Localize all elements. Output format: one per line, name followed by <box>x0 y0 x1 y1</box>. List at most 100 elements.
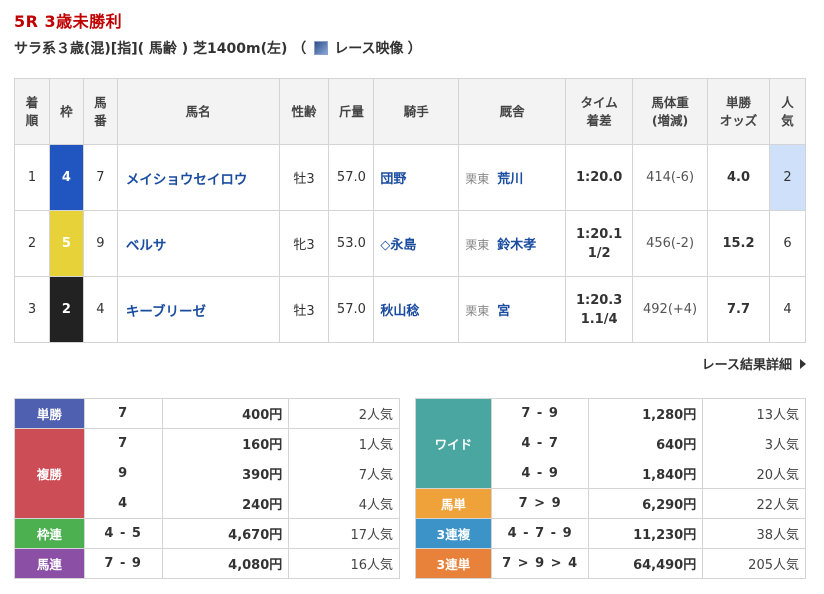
header-trainer: 厩舎 <box>458 78 567 145</box>
popularity: 6 <box>768 210 807 277</box>
payout-pop: 2人気 <box>288 398 400 429</box>
payout-combo: 4 - 9 <box>490 458 590 489</box>
payout-row-umatan: 馬単 7 > 9 6,290円 22人気 <box>415 488 806 519</box>
results-header-row: 着順 枠 馬番 馬名 性齢 斤量 騎手 厩舎 タイム 着差 馬体重 (増減) 単勝オ… <box>14 78 807 145</box>
payout-combo: 4 <box>83 488 163 519</box>
trainer-link[interactable]: 鈴木孝 <box>497 238 536 253</box>
race-title: 5R 3歳未勝利 <box>14 12 123 31</box>
margin: 1/2 <box>587 245 611 261</box>
payout-table-left: 単勝 7 400円 2人気 複勝 7 160円 1人気 9 390円 7人気 4… <box>14 398 400 579</box>
race-conditions: サラ系３歳(混)[指]( 馬齢 ) 芝1400m(左) （ レース映像 ） <box>14 38 422 58</box>
horse-name-link[interactable]: ベルサ <box>116 210 280 277</box>
payout-pop: 16人気 <box>288 548 400 579</box>
header-waku: 枠 <box>48 78 84 145</box>
horse-name-link[interactable]: メイショウセイロウ <box>116 144 280 211</box>
payout-combo: 7 <box>83 428 163 459</box>
payout-row-sanrentan: 3連単 7 > 9 > 4 64,490円 205人気 <box>415 548 806 579</box>
time-cell: 1:20.3 1.1/4 <box>565 276 634 343</box>
results-table: 着順 枠 馬番 馬名 性齢 斤量 騎手 厩舎 タイム 着差 馬体重 (増減) 単勝オ… <box>14 78 807 343</box>
payout-row-sanrenpuku: 3連複 4 - 7 - 9 11,230円 38人気 <box>415 518 806 549</box>
payout-pop: 17人気 <box>288 518 400 549</box>
jockey-link[interactable]: ◇永島 <box>373 210 460 277</box>
trainer-area: 栗東 <box>465 172 490 186</box>
header-pop: 人気 <box>768 78 807 145</box>
time-cell: 1:20.1 1/2 <box>565 210 634 277</box>
race-conditions-close: ） <box>407 41 422 57</box>
payout-label-fukusho: 複勝 <box>14 428 85 519</box>
odds: 15.2 <box>707 210 770 277</box>
umaban: 4 <box>82 276 118 343</box>
header-odds: 単勝 オッズ <box>707 78 770 145</box>
waku-badge: 5 <box>48 210 84 277</box>
horse-name-link[interactable]: キーブリーゼ <box>116 276 280 343</box>
kinryo: 57.0 <box>328 144 375 211</box>
umaban: 7 <box>82 144 118 211</box>
payout-amount: 4,670円 <box>161 518 290 549</box>
payout-combo: 7 - 9 <box>490 398 590 429</box>
payout-row-wide: ワイド 7 - 9 1,280円 13人気 <box>415 398 806 489</box>
payout-pop: 3人気 <box>702 428 806 459</box>
waku-badge: 4 <box>48 144 84 211</box>
horse-weight: 456(-2) <box>632 210 709 277</box>
payout-row-tansho: 単勝 7 400円 2人気 <box>14 398 400 429</box>
payout-combo: 7 > 9 <box>490 488 590 519</box>
rank: 1 <box>14 144 50 211</box>
table-row: 1 4 7 メイショウセイロウ 牡3 57.0 団野 栗東 荒川 1:20.0 4… <box>14 144 807 211</box>
payout-pop: 20人気 <box>702 458 806 489</box>
payout-amount: 240円 <box>161 488 290 519</box>
header-sexage: 性齢 <box>278 78 330 145</box>
trainer-cell: 栗東 鈴木孝 <box>458 210 567 277</box>
payout-row-wakuren: 枠連 4 - 5 4,670円 17人気 <box>14 518 400 549</box>
rank: 3 <box>14 276 50 343</box>
payout-combo: 7 > 9 > 4 <box>490 548 590 579</box>
trainer-cell: 栗東 荒川 <box>458 144 567 211</box>
header-time: タイム 着差 <box>565 78 634 145</box>
payout-amount: 6,290円 <box>588 488 704 519</box>
header-jockey: 騎手 <box>373 78 460 145</box>
payout-pop: 38人気 <box>702 518 806 549</box>
trainer-area: 栗東 <box>465 238 490 252</box>
sexage: 牡3 <box>278 276 330 343</box>
jockey-link[interactable]: 秋山稔 <box>373 276 460 343</box>
payout-amount: 640円 <box>588 428 704 459</box>
header-kinryo: 斤量 <box>328 78 375 145</box>
jockey-link[interactable]: 団野 <box>373 144 460 211</box>
payout-label-wide: ワイド <box>415 398 492 489</box>
sexage: 牡3 <box>278 144 330 211</box>
trainer-link[interactable]: 荒川 <box>497 172 523 187</box>
payout-combo: 4 - 5 <box>83 518 163 549</box>
time: 1:20.3 <box>575 292 623 308</box>
trainer-area: 栗東 <box>465 304 490 318</box>
payout-row-fukusho: 複勝 7 160円 1人気 <box>14 428 400 519</box>
umaban: 9 <box>82 210 118 277</box>
payout-amount: 1,280円 <box>588 398 704 429</box>
payout-pop: 1人気 <box>288 428 400 459</box>
trainer-link[interactable]: 宮 <box>497 304 510 319</box>
race-conditions-text: サラ系３歳(混)[指]( 馬齢 ) 芝1400m(左) （ <box>14 41 307 57</box>
payout-combo: 7 - 9 <box>83 548 163 579</box>
payout-pop: 7人気 <box>288 458 400 489</box>
video-icon[interactable] <box>314 41 329 55</box>
odds: 7.7 <box>707 276 770 343</box>
margin: 1.1/4 <box>580 311 618 327</box>
odds: 4.0 <box>707 144 770 211</box>
payout-label-sanrenpuku: 3連複 <box>415 518 492 549</box>
payout-combo: 4 - 7 - 9 <box>490 518 590 549</box>
payout-amount: 160円 <box>161 428 290 459</box>
payout-pop: 4人気 <box>288 488 400 519</box>
horse-weight: 414(-6) <box>632 144 709 211</box>
kinryo: 53.0 <box>328 210 375 277</box>
payout-pop: 13人気 <box>702 398 806 429</box>
payout-label-tansho: 単勝 <box>14 398 85 429</box>
race-result-detail-link[interactable]: レース結果詳細 <box>702 354 806 373</box>
payout-combo: 7 <box>83 398 163 429</box>
header-umaban: 馬番 <box>82 78 118 145</box>
popularity: 2 <box>768 144 807 211</box>
header-rank: 着順 <box>14 78 50 145</box>
race-video-link[interactable]: レース映像 <box>334 38 403 58</box>
table-row: 3 2 4 キーブリーゼ 牡3 57.0 秋山稔 栗東宮 1:20.3 1.1/4… <box>14 276 807 343</box>
time: 1:20.0 <box>575 170 623 185</box>
payout-amount: 390円 <box>161 458 290 489</box>
payout-amount: 11,230円 <box>588 518 704 549</box>
horse-weight: 492(+4) <box>632 276 709 343</box>
